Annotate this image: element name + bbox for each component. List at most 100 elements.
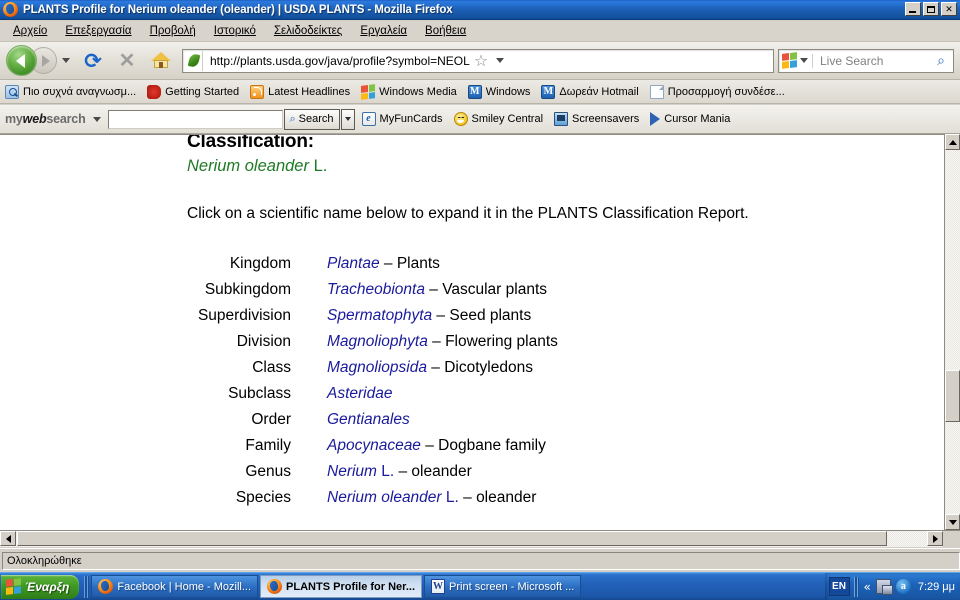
instructions-text: Click on a scientific name below to expa… <box>187 205 749 222</box>
link-label: MyFunCards <box>379 113 443 125</box>
scroll-down-arrow-icon[interactable] <box>945 514 960 530</box>
taxon-name-link[interactable]: Nerium oleander L. <box>327 489 459 506</box>
taxon-rank: Species <box>235 489 291 506</box>
page-viewport: Classification: Nerium oleander L. Click… <box>0 134 960 530</box>
taxon-name-link[interactable]: Magnoliopsida <box>327 359 427 376</box>
url-text: http://plants.usda.gov/java/profile?symb… <box>210 53 470 68</box>
menu-item-edit[interactable]: Επεξεργασία <box>56 23 140 39</box>
horizontal-scroll-thumb[interactable] <box>17 531 887 546</box>
taxon-dash: – <box>458 489 477 506</box>
start-button[interactable]: Έναρξη <box>1 574 80 599</box>
folder-search-icon <box>5 84 19 99</box>
mywebsearch-input[interactable] <box>107 109 283 129</box>
search-engine-chevron-icon[interactable] <box>800 58 808 63</box>
bookmark-label: Latest Headlines <box>268 85 351 98</box>
mywebsearch-link-cursor-mania[interactable]: Cursor Mania <box>650 112 730 126</box>
taxon-common-name: oleander <box>476 489 537 506</box>
bookmark-label: Getting Started <box>165 85 240 98</box>
menu-item-view[interactable]: Προβολή <box>141 23 205 39</box>
taxon-name-link[interactable]: Nerium L. <box>327 463 394 480</box>
taxon-dash: – <box>394 463 412 480</box>
bookmark-free-hotmail[interactable]: M Δωρεάν Hotmail <box>541 84 639 99</box>
scroll-up-arrow-icon[interactable] <box>945 134 960 150</box>
taxon-name-link[interactable]: Asteridae <box>327 385 392 402</box>
bookmark-most-visited[interactable]: Πιο συχνά αναγνωσμ... <box>5 84 136 99</box>
binomial-authority: L. <box>308 157 328 175</box>
taxon-name-link[interactable]: Plantae <box>327 255 380 272</box>
menu-item-help[interactable]: Βοήθεια <box>416 23 475 39</box>
minimize-button[interactable] <box>905 2 921 16</box>
search-icon[interactable]: ⌕ <box>932 53 950 69</box>
menu-item-tools[interactable]: Εργαλεία <box>351 23 416 39</box>
taxon-name-link[interactable]: Magnoliophyta <box>327 333 428 350</box>
mywebsearch-link-smiley-central[interactable]: Smiley Central <box>453 112 543 126</box>
bookmark-label: Προσαρμογή συνδέσε... <box>667 85 785 98</box>
stop-button[interactable]: ✕ <box>112 46 142 76</box>
taxon-row: Subclass Asteridae <box>187 381 944 407</box>
mywebsearch-search-dropdown[interactable] <box>340 108 355 130</box>
reload-button[interactable]: ⟳ <box>78 46 108 76</box>
taxon-rank: Superdivision <box>197 307 291 324</box>
search-bar[interactable]: Live Search ⌕ <box>778 48 954 73</box>
taxon-common-name: Vascular plants <box>442 281 548 298</box>
address-dropdown-icon[interactable] <box>496 58 505 63</box>
bookmark-customize-links[interactable]: Προσαρμογή συνδέσε... <box>649 84 785 99</box>
adobe-icon[interactable]: a <box>895 579 911 594</box>
taxon-common-name: oleander <box>411 463 472 480</box>
bookmark-windows-media[interactable]: Windows Media <box>361 83 457 100</box>
taxon-dash: – <box>432 307 450 324</box>
taxon-dash: – <box>426 359 445 376</box>
firefox-icon <box>267 579 283 594</box>
menu-item-file[interactable]: Αρχείο <box>4 23 56 39</box>
bookmark-latest-headlines[interactable]: Latest Headlines <box>250 84 351 99</box>
mywebsearch-link-screensavers[interactable]: Screensavers <box>554 112 639 126</box>
taskbar: Έναρξη Facebook | Home - Mozill... PLANT… <box>0 572 960 600</box>
close-icon: ✕ <box>945 4 953 14</box>
network-icon[interactable] <box>875 579 893 595</box>
taxon-name-link[interactable]: Apocynaceae <box>327 437 421 454</box>
browser-window: PLANTS Profile for Nerium oleander (olea… <box>0 0 960 600</box>
horizontal-scrollbar[interactable] <box>0 530 960 547</box>
home-button[interactable] <box>146 46 176 76</box>
chevron-down-icon[interactable] <box>62 58 70 63</box>
bookmark-getting-started[interactable]: Getting Started <box>147 84 240 99</box>
menu-item-history[interactable]: Ιστορικό <box>205 23 265 39</box>
taskbar-item-facebook[interactable]: Facebook | Home - Mozill... <box>91 575 259 598</box>
task-label: Facebook | Home - Mozill... <box>117 580 252 593</box>
vertical-scrollbar[interactable] <box>944 134 960 530</box>
menu-item-bookmarks[interactable]: Σελιδοδείκτες <box>265 23 351 39</box>
back-button[interactable] <box>6 45 37 76</box>
task-label: PLANTS Profile for Ner... <box>286 580 416 593</box>
search-input[interactable]: Live Search <box>812 53 932 68</box>
taxon-rank: Order <box>251 411 291 428</box>
taxon-rank: Kingdom <box>229 255 291 272</box>
taxon-name-link[interactable]: Spermatophyta <box>327 307 432 324</box>
mywebsearch-search-button[interactable]: ⌕ Search <box>283 108 340 130</box>
mywebsearch-logo[interactable]: mywebsearch <box>5 112 86 126</box>
scroll-right-arrow-icon[interactable] <box>927 531 943 546</box>
binomial-italic: Nerium oleander <box>187 157 309 175</box>
status-bar: Ολοκληρώθηκε <box>0 548 960 572</box>
taskbar-item-plants-profile[interactable]: PLANTS Profile for Ner... <box>260 575 423 598</box>
reload-icon: ⟳ <box>84 48 102 73</box>
stop-icon: ✕ <box>118 49 136 72</box>
clock[interactable]: 7:29 μμ <box>918 581 955 593</box>
mywebsearch-chevron-down-icon[interactable] <box>92 116 101 122</box>
taxon-name-link[interactable]: Tracheobionta <box>327 281 425 298</box>
word-icon: W <box>431 579 446 594</box>
search-button-label: Search <box>298 113 334 125</box>
taxon-common-name: Plants <box>396 255 440 272</box>
restore-button[interactable] <box>923 2 939 16</box>
tray-expand-chevron-icon[interactable]: « <box>864 580 871 594</box>
language-indicator[interactable]: EN <box>828 577 850 596</box>
bookmark-star-group[interactable]: ☆ <box>470 52 490 68</box>
scroll-left-arrow-icon[interactable] <box>0 531 16 546</box>
windows-live-icon[interactable] <box>782 52 797 69</box>
mywebsearch-link-myfuncards[interactable]: e MyFunCards <box>361 112 443 126</box>
bookmark-windows[interactable]: M Windows <box>467 84 530 99</box>
taskbar-item-print-screen[interactable]: W Print screen - Microsoft ... <box>424 575 582 598</box>
vertical-scroll-thumb[interactable] <box>945 370 960 422</box>
address-bar[interactable]: http://plants.usda.gov/java/profile?symb… <box>182 48 774 73</box>
close-button[interactable]: ✕ <box>941 2 957 16</box>
taxon-name-link[interactable]: Gentianales <box>327 411 410 428</box>
